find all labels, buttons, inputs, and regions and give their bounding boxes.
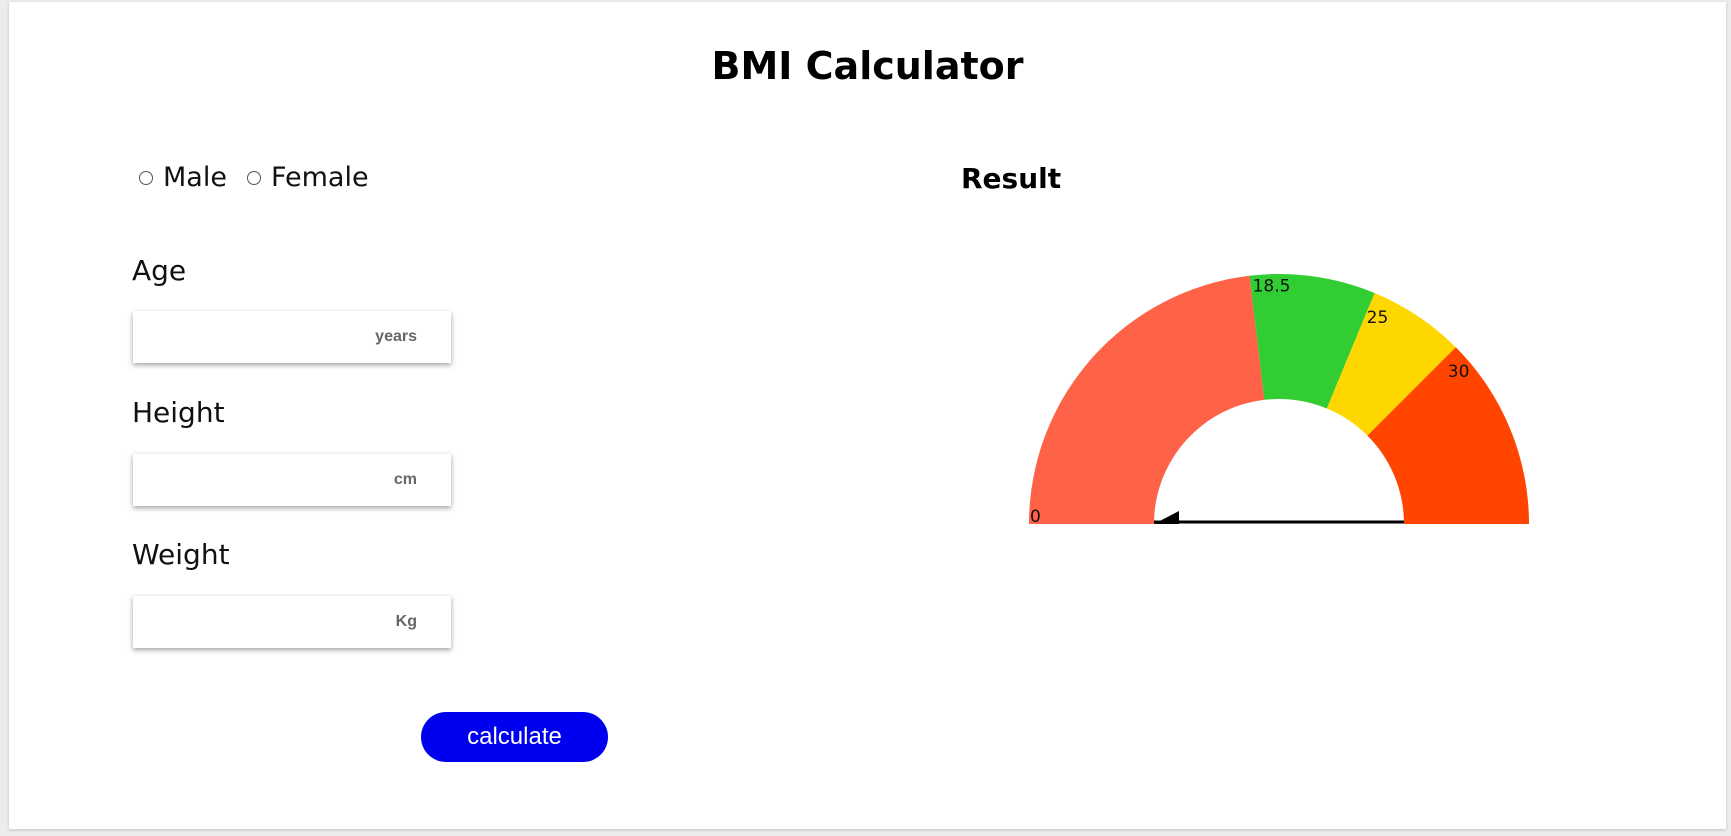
weight-unit: Kg [395,613,417,630]
gauge-tick-label-3: 30 [1448,362,1470,382]
bmi-gauge: 0 18.5 25 30 [1029,274,1529,527]
height-unit: cm [393,471,417,488]
weight-input[interactable] [133,596,377,650]
weight-label: Weight [132,538,230,571]
gauge-segment-0 [1029,275,1265,524]
male-label: Male [163,162,227,193]
female-label: Female [270,162,369,193]
page-title: BMI Calculator [711,44,1024,88]
calculate-button[interactable]: calculate [421,712,608,762]
age-unit: years [375,328,417,345]
height-field-wrapper: cm [133,454,451,508]
gauge-tick-label-0: 0 [1030,507,1041,527]
gender-option-female[interactable]: Female [246,162,369,193]
age-input[interactable] [133,311,377,365]
age-label: Age [132,254,187,287]
age-field-wrapper: years [133,311,451,365]
height-label: Height [132,396,225,429]
result-title: Result [961,162,1062,195]
gender-radio-group: Male Female [139,162,389,193]
gender-option-male[interactable]: Male [139,162,227,193]
calculator-card: BMI Calculator Male Female Age years Hei… [9,2,1726,829]
male-radio[interactable] [139,170,153,185]
female-radio[interactable] [246,170,261,185]
gauge-tick-label-2: 25 [1367,308,1389,328]
height-input[interactable] [133,454,377,508]
weight-field-wrapper: Kg [133,596,451,650]
gauge-tick-label-1: 18.5 [1253,277,1291,297]
